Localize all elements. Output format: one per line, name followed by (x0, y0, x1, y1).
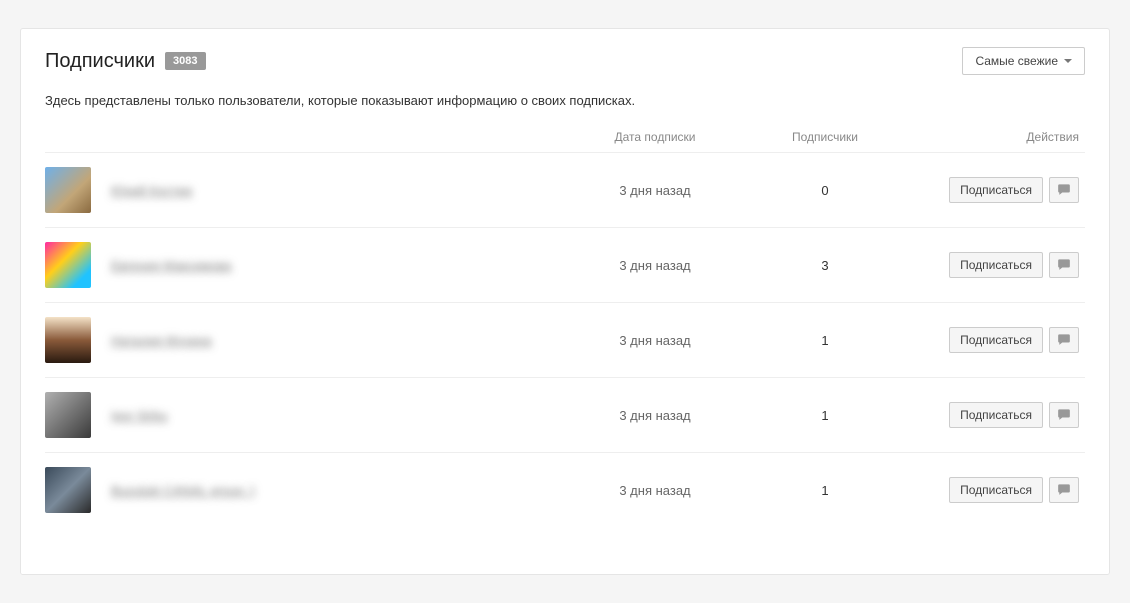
user-name-link[interactable]: Buzuluki CANAL group :) (111, 483, 255, 498)
subscription-date: 3 дня назад (619, 408, 690, 423)
avatar[interactable] (45, 242, 91, 288)
avatar[interactable] (45, 392, 91, 438)
comment-icon (1057, 332, 1071, 349)
message-button[interactable] (1049, 477, 1079, 503)
subscription-date: 3 дня назад (619, 333, 690, 348)
comment-icon (1057, 182, 1071, 199)
followers-card: Подписчики 3083 Самые свежие Здесь предс… (20, 28, 1110, 575)
subscription-date: 3 дня назад (619, 258, 690, 273)
comment-icon (1057, 257, 1071, 274)
avatar[interactable] (45, 167, 91, 213)
subscriber-count: 1 (821, 333, 828, 348)
followers-count-badge: 3083 (165, 52, 205, 70)
user-name-link[interactable]: Igor Sirbu (111, 408, 167, 423)
header: Подписчики 3083 Самые свежие (45, 47, 1085, 75)
message-button[interactable] (1049, 177, 1079, 203)
table-row: Наталия Мухина 3 дня назад 1 Подписаться (45, 302, 1085, 377)
message-button[interactable] (1049, 402, 1079, 428)
subscribe-button[interactable]: Подписаться (949, 327, 1043, 353)
subscription-date: 3 дня назад (619, 183, 690, 198)
info-text: Здесь представлены только пользователи, … (45, 93, 1085, 108)
col-header-subscribers: Подписчики (745, 130, 905, 144)
table-row: Юрий Костюк 3 дня назад 0 Подписаться (45, 152, 1085, 227)
sort-dropdown[interactable]: Самые свежие (962, 47, 1085, 75)
page-title: Подписчики (45, 50, 155, 73)
chevron-down-icon (1064, 59, 1072, 63)
subscribe-button[interactable]: Подписаться (949, 402, 1043, 428)
subscriber-count: 1 (821, 483, 828, 498)
table-body: Юрий Костюк3 дня назад0ПодписатьсяЕвгени… (45, 152, 1085, 527)
comment-icon (1057, 482, 1071, 499)
table-row: Buzuluki CANAL group :) 3 дня назад 1 Подпи… (45, 452, 1085, 527)
subscribe-button[interactable]: Подписаться (949, 477, 1043, 503)
table-row: Евгения Максимова 3 дня назад 3 Подписаться (45, 227, 1085, 302)
user-name-link[interactable]: Юрий Костюк (111, 183, 192, 198)
col-header-date: Дата подписки (565, 130, 745, 144)
fade-overlay (21, 550, 1109, 574)
subscribe-button[interactable]: Подписаться (949, 177, 1043, 203)
subscriber-count: 3 (821, 258, 828, 273)
avatar[interactable] (45, 467, 91, 513)
table-row: Igor Sirbu 3 дня назад 1 Подписаться (45, 377, 1085, 452)
message-button[interactable] (1049, 327, 1079, 353)
sort-label: Самые свежие (975, 54, 1058, 68)
avatar[interactable] (45, 317, 91, 363)
col-header-actions: Действия (905, 130, 1085, 144)
table-header: Дата подписки Подписчики Действия (45, 122, 1085, 152)
subscription-date: 3 дня назад (619, 483, 690, 498)
header-left: Подписчики 3083 (45, 50, 206, 73)
subscribe-button[interactable]: Подписаться (949, 252, 1043, 278)
subscriber-count: 1 (821, 408, 828, 423)
subscriber-count: 0 (821, 183, 828, 198)
user-name-link[interactable]: Евгения Максимова (111, 258, 231, 273)
message-button[interactable] (1049, 252, 1079, 278)
comment-icon (1057, 407, 1071, 424)
user-name-link[interactable]: Наталия Мухина (111, 333, 212, 348)
